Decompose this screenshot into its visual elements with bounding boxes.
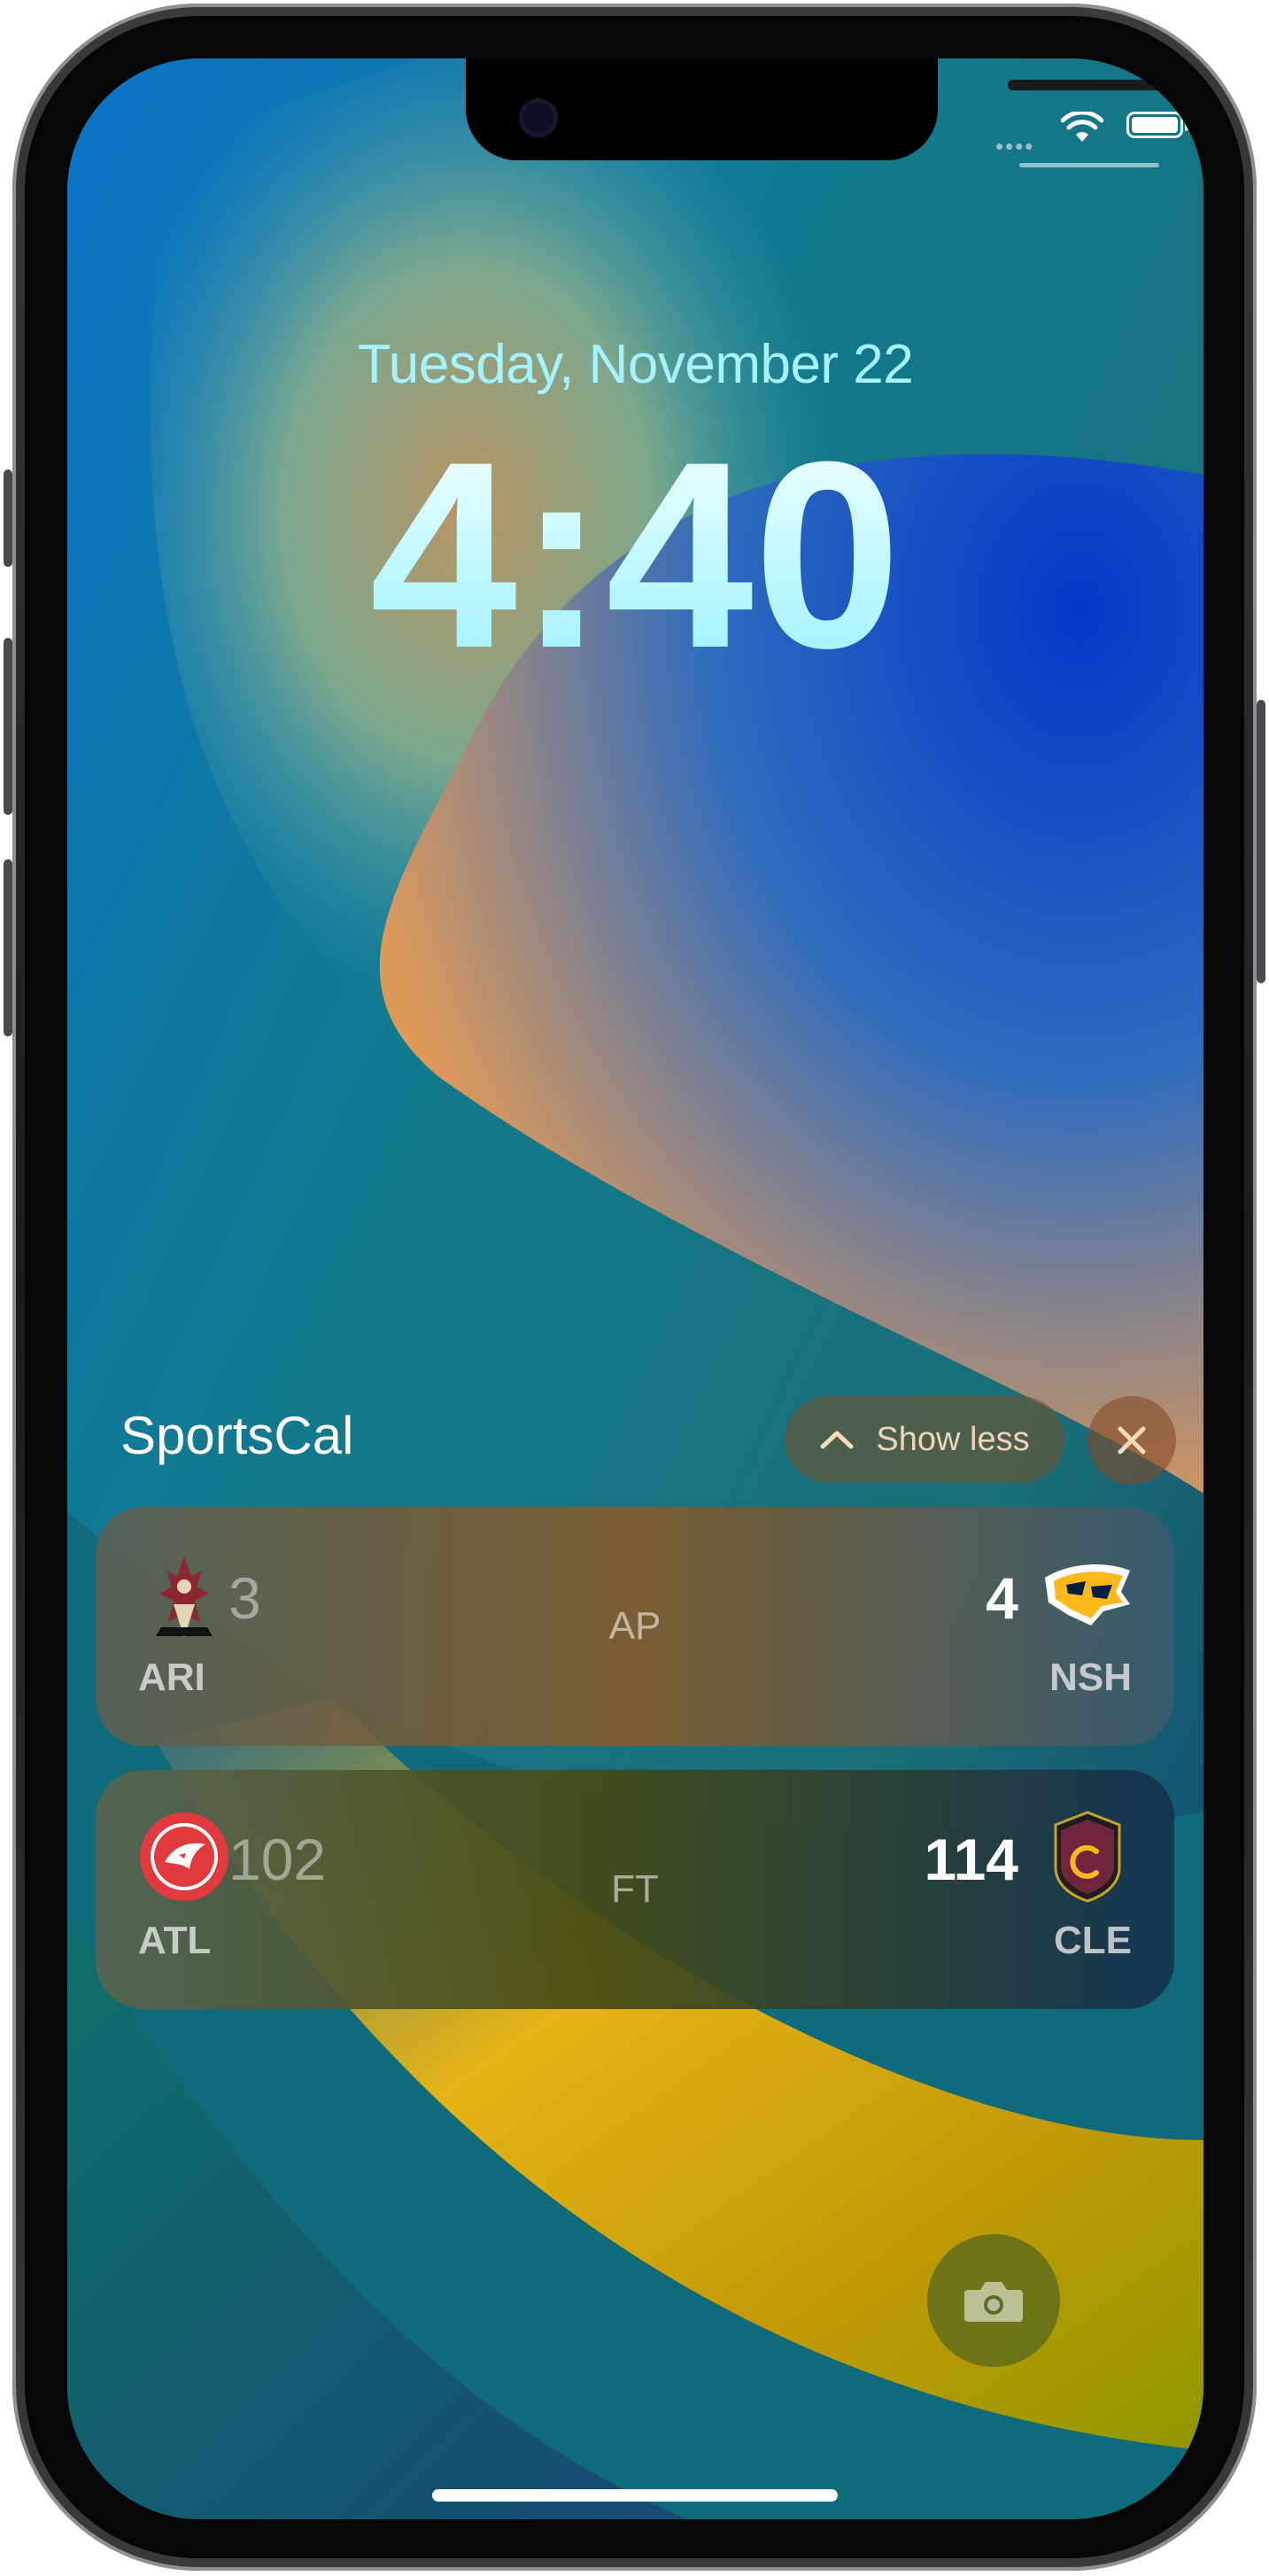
chevron-up-icon bbox=[820, 1431, 854, 1449]
home-indicator[interactable] bbox=[432, 2489, 838, 2502]
game-card[interactable]: 3 ARI AP 4 NSH bbox=[96, 1507, 1174, 1746]
game-card[interactable]: 102 ATL FT 114 CLE bbox=[96, 1770, 1174, 2009]
home-team-abbr: NSH bbox=[1049, 1656, 1132, 1699]
power-button bbox=[1257, 700, 1265, 983]
volume-up-button bbox=[4, 638, 12, 815]
away-team-abbr: ARI bbox=[138, 1656, 205, 1699]
notification-app-name: SportsCal bbox=[120, 1406, 354, 1465]
home-team-abbr: CLE bbox=[1054, 1919, 1132, 1962]
camera-icon bbox=[964, 2282, 1023, 2322]
show-less-button[interactable]: Show less bbox=[785, 1396, 1064, 1483]
home-score: 4 bbox=[986, 1565, 1018, 1631]
close-icon bbox=[1118, 1426, 1146, 1455]
signal-dots: •••• bbox=[995, 133, 1035, 159]
camera-shortcut-button[interactable] bbox=[927, 2234, 1060, 2367]
lock-screen-time: 4:40 bbox=[67, 422, 1203, 687]
battery-icon bbox=[1126, 112, 1188, 138]
home-score: 114 bbox=[924, 1827, 1018, 1892]
away-team-abbr: ATL bbox=[138, 1919, 212, 1962]
lock-screen: •••• Tuesday, November 22 4:40 SportsCal… bbox=[67, 58, 1203, 2519]
lock-screen-date: Tuesday, November 22 bbox=[357, 334, 914, 395]
show-less-label: Show less bbox=[876, 1420, 1030, 1458]
volume-down-button bbox=[4, 859, 12, 1036]
wifi-icon bbox=[1061, 112, 1103, 142]
dismiss-notification-button[interactable] bbox=[1087, 1396, 1176, 1485]
control-center-indicator[interactable] bbox=[1019, 163, 1159, 167]
speaker-grille bbox=[1008, 80, 1194, 90]
cavaliers-logo-icon bbox=[1054, 1811, 1121, 1903]
predators-logo-icon bbox=[1045, 1564, 1130, 1626]
front-camera bbox=[523, 103, 553, 133]
silent-switch bbox=[4, 469, 12, 567]
